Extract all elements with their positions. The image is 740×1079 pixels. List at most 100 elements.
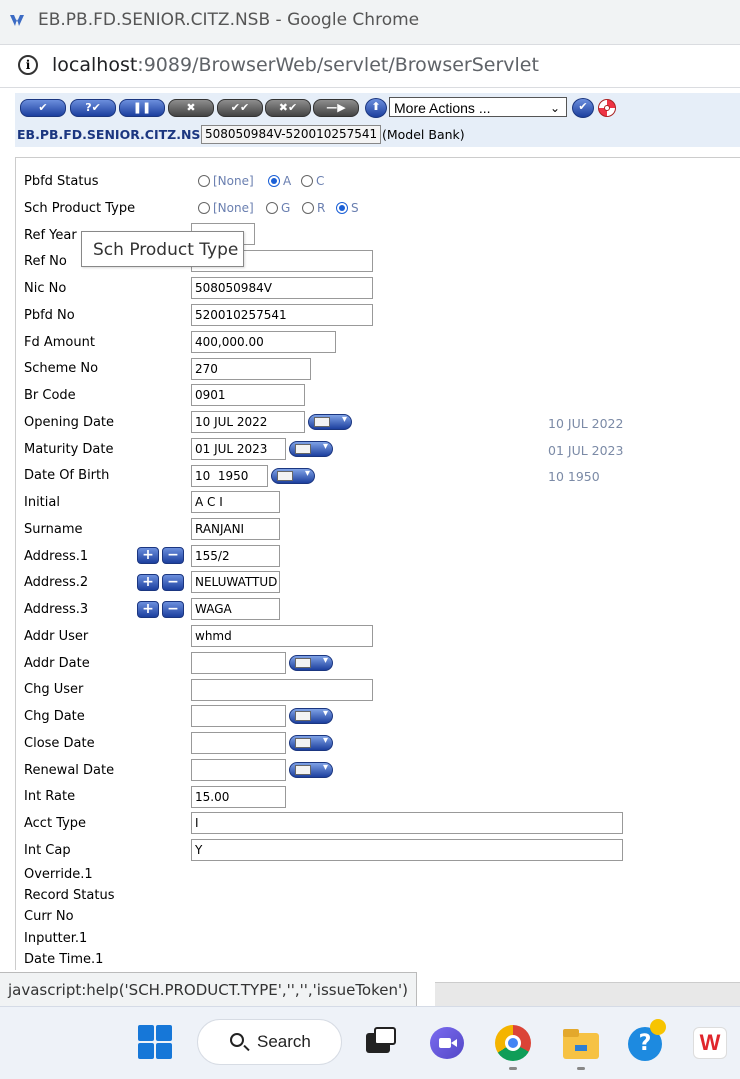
- horizontal-scrollbar[interactable]: [435, 982, 740, 1007]
- acct-type-field[interactable]: I: [191, 812, 623, 834]
- hold-button[interactable]: ❚❚: [119, 99, 165, 117]
- address-3-label: Address.3: [24, 602, 89, 617]
- fd-amount-field[interactable]: 400,000.00: [191, 331, 336, 353]
- go-button[interactable]: ✔: [572, 98, 594, 118]
- sch-product-type-radio-g[interactable]: G: [266, 201, 290, 215]
- opening-date-calendar-button[interactable]: ▾: [308, 414, 352, 430]
- teams-meet-icon[interactable]: [430, 1025, 466, 1061]
- chg-user-field[interactable]: [191, 679, 373, 701]
- initial-field[interactable]: A C I: [191, 491, 280, 513]
- close-date-field[interactable]: [191, 732, 286, 754]
- acct-type-label: Acct Type: [24, 816, 87, 831]
- scheme-no-field[interactable]: 270: [191, 358, 311, 380]
- plus-icon: +: [142, 547, 154, 563]
- url-text[interactable]: localhost:9089/BrowserWeb/servlet/Browse…: [52, 54, 539, 76]
- chg-date-label: Chg Date: [24, 709, 85, 724]
- help-lifebuoy-icon[interactable]: [598, 99, 616, 117]
- inputter-label: Inputter.1: [24, 931, 88, 946]
- site-info-icon[interactable]: i: [18, 55, 38, 75]
- chg-date-field[interactable]: [191, 705, 286, 727]
- pbfd-no-field[interactable]: 520010257541: [191, 304, 373, 326]
- addr-user-field[interactable]: whmd: [191, 625, 373, 647]
- nic-no-label: Nic No: [24, 281, 67, 296]
- int-rate-field[interactable]: 15.00: [191, 786, 286, 808]
- override-label: Override.1: [24, 867, 93, 882]
- renewal-date-calendar-button[interactable]: ▾: [289, 762, 333, 778]
- address-2-add-button[interactable]: +: [137, 574, 159, 591]
- pbfd-status-radio-a[interactable]: A: [268, 174, 291, 188]
- address-3-add-button[interactable]: +: [137, 601, 159, 618]
- play-icon: —▶: [326, 101, 346, 114]
- record-form: Pbfd Status [None] A C Sch Product Type …: [15, 157, 740, 970]
- nic-no-field[interactable]: 508050984V: [191, 277, 373, 299]
- date-of-birth-field[interactable]: 10 1950: [191, 465, 268, 487]
- address-1-field[interactable]: 155/2: [191, 545, 280, 567]
- calendar-icon: [314, 417, 330, 427]
- radio-label: G: [281, 201, 291, 215]
- chg-user-label: Chg User: [24, 682, 84, 697]
- address-2-field[interactable]: NELUWATTUD: [191, 571, 280, 593]
- commit-button[interactable]: ✔: [20, 99, 66, 117]
- more-actions-select[interactable]: More Actions ... ⌄: [389, 97, 567, 117]
- help-app-icon[interactable]: ?: [628, 1019, 666, 1061]
- address-1-remove-button[interactable]: −: [162, 547, 184, 564]
- pbfd-status-radio-c[interactable]: C: [301, 174, 324, 188]
- delete-button[interactable]: ✖: [168, 99, 214, 117]
- application-toolbar: ✔ ?✔ ❚❚ ✖ ✔✔ ✖✔ —▶ ⬆ More Actions ... ⌄ …: [15, 93, 740, 147]
- chrome-icon[interactable]: [495, 1025, 531, 1061]
- int-cap-field[interactable]: Y: [191, 839, 623, 861]
- address-bar[interactable]: i localhost:9089/BrowserWeb/servlet/Brow…: [0, 45, 740, 88]
- ref-year-label: Ref Year: [24, 228, 77, 243]
- address-2-remove-button[interactable]: −: [162, 574, 184, 591]
- explorer-active-indicator: [577, 1067, 585, 1070]
- maturity-date-enrichment: 01 JUL 2023: [548, 443, 624, 458]
- maturity-date-field[interactable]: 01 JUL 2023: [191, 438, 286, 460]
- addr-date-field[interactable]: [191, 652, 286, 674]
- record-id: 508050984V-520010257541: [201, 125, 382, 144]
- close-icon: ✖: [186, 101, 196, 114]
- address-3-remove-button[interactable]: −: [162, 601, 184, 618]
- wps-office-icon[interactable]: W: [693, 1025, 729, 1061]
- plus-icon: +: [142, 574, 154, 590]
- chg-date-calendar-button[interactable]: ▾: [289, 708, 333, 724]
- surname-field[interactable]: RANJANI: [191, 518, 280, 540]
- date-of-birth-enrichment: 10 1950: [548, 469, 600, 484]
- taskbar-search[interactable]: Search: [197, 1019, 342, 1065]
- taskbar-search-label: Search: [257, 1032, 311, 1051]
- renewal-date-field[interactable]: [191, 759, 286, 781]
- pbfd-status-radio-none[interactable]: [None]: [198, 174, 254, 188]
- minus-icon: −: [167, 574, 179, 590]
- radio-icon: [301, 175, 313, 187]
- address-1-add-button[interactable]: +: [137, 547, 159, 564]
- task-view-icon[interactable]: [362, 1025, 398, 1061]
- next-button[interactable]: —▶: [313, 99, 359, 117]
- sch-product-type-radio-none[interactable]: [None]: [198, 201, 254, 215]
- authorise-button[interactable]: ✔✔: [217, 99, 263, 117]
- minus-icon: −: [167, 601, 179, 617]
- opening-date-field[interactable]: 10 JUL 2022: [191, 411, 305, 433]
- validate-button[interactable]: ?✔: [70, 99, 116, 117]
- sch-product-type-radio-r[interactable]: R: [302, 201, 325, 215]
- upload-button[interactable]: ⬆: [365, 98, 387, 118]
- calendar-icon: [295, 658, 311, 668]
- window-title-bar: EB.PB.FD.SENIOR.CITZ.NSB - Google Chrome: [0, 0, 740, 45]
- curr-no-label: Curr No: [24, 909, 74, 924]
- close-date-calendar-button[interactable]: ▾: [289, 735, 333, 751]
- initial-label: Initial: [24, 495, 60, 510]
- url-path: :9089/BrowserWeb/servlet/BrowserServlet: [137, 54, 539, 76]
- date-of-birth-label: Date Of Birth: [24, 468, 110, 483]
- addr-date-calendar-button[interactable]: ▾: [289, 655, 333, 671]
- opening-date-enrichment: 10 JUL 2022: [548, 416, 624, 431]
- date-of-birth-calendar-button[interactable]: ▾: [271, 468, 315, 484]
- windows-start-icon[interactable]: [138, 1025, 174, 1061]
- file-explorer-icon[interactable]: [563, 1025, 599, 1061]
- address-3-field[interactable]: WAGA: [191, 598, 280, 620]
- calendar-icon: [295, 711, 311, 721]
- chevron-down-icon: ▾: [322, 708, 328, 719]
- br-code-field[interactable]: 0901: [191, 384, 305, 406]
- more-actions-value: More Actions ...: [394, 100, 491, 116]
- maturity-date-calendar-button[interactable]: ▾: [289, 441, 333, 457]
- reverse-button[interactable]: ✖✔: [265, 99, 311, 117]
- int-rate-label: Int Rate: [24, 789, 76, 804]
- sch-product-type-radio-s[interactable]: S: [336, 201, 359, 215]
